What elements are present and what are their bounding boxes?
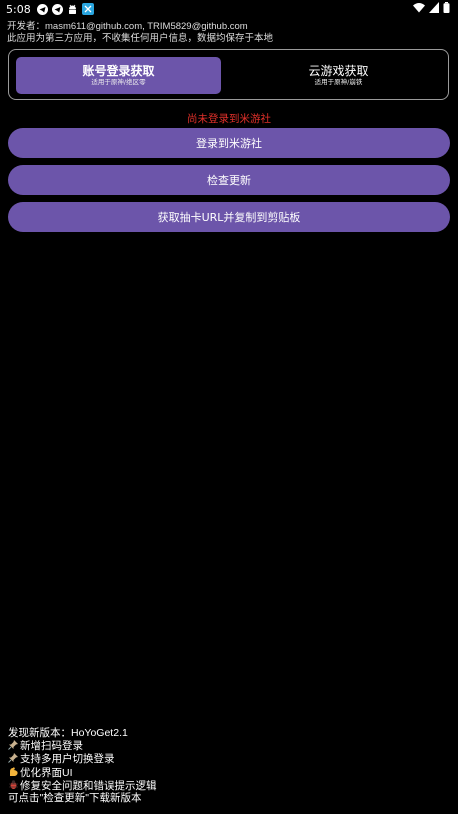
notification-icons — [36, 3, 94, 15]
note-text: 优化界面UI — [20, 766, 73, 779]
check-update-button[interactable]: 检查更新 — [8, 165, 450, 195]
version-line: 发现新版本：HoYoGet2.1 — [8, 727, 128, 739]
telegram-icon — [51, 3, 63, 15]
pin-icon — [8, 740, 18, 751]
wifi-icon — [413, 3, 425, 13]
list-item: 新增扫码登录 — [8, 739, 157, 752]
note-text: 修复安全问题和错误提示逻辑 — [20, 779, 157, 792]
battery-icon — [443, 2, 450, 13]
list-item: 支持多用户切换登录 — [8, 752, 157, 765]
fetch-url-button[interactable]: 获取抽卡URL并复制到剪贴板 — [8, 202, 450, 232]
tab-cloud-game[interactable]: 云游戏获取 适用于原神/崩铁 — [236, 57, 441, 94]
footer-line: 可点击"检查更新"下载新版本 — [8, 792, 142, 805]
tab-subtitle: 适用于原神/崩铁 — [314, 78, 363, 86]
note-text: 支持多用户切换登录 — [20, 753, 115, 766]
status-bar: 5:08 — [0, 0, 458, 18]
bug-icon — [9, 780, 18, 789]
privacy-line: 此应用为第三方应用，不收集任何用户信息，数据均保存于本地 — [7, 33, 274, 44]
login-button[interactable]: 登录到米游社 — [8, 128, 450, 158]
status-time: 5:08 — [6, 2, 31, 16]
tab-title: 账号登录获取 — [82, 64, 155, 78]
pin-icon — [8, 753, 18, 764]
note-text: 新增扫码登录 — [20, 740, 83, 753]
muscle-icon — [10, 766, 18, 776]
signal-icon — [429, 2, 439, 13]
app-icon — [81, 3, 94, 15]
login-mode-tabs: 账号登录获取 适用于原神/绝区零 云游戏获取 适用于原神/崩铁 — [8, 49, 449, 100]
update-notes: 发现新版本：HoYoGet2.1 新增扫码登录 支持多用户切换登录 优化界面UI… — [8, 727, 157, 804]
list-item: 修复安全问题和错误提示逻辑 — [8, 779, 157, 792]
login-status-text: 尚未登录到米游社 — [187, 113, 271, 125]
list-item: 优化界面UI — [8, 766, 157, 779]
tab-subtitle: 适用于原神/绝区零 — [91, 78, 146, 86]
android-icon — [68, 4, 76, 14]
system-icons — [413, 2, 450, 13]
tab-account-login[interactable]: 账号登录获取 适用于原神/绝区零 — [16, 57, 221, 94]
tab-title: 云游戏获取 — [308, 64, 369, 78]
telegram-icon — [36, 3, 48, 15]
